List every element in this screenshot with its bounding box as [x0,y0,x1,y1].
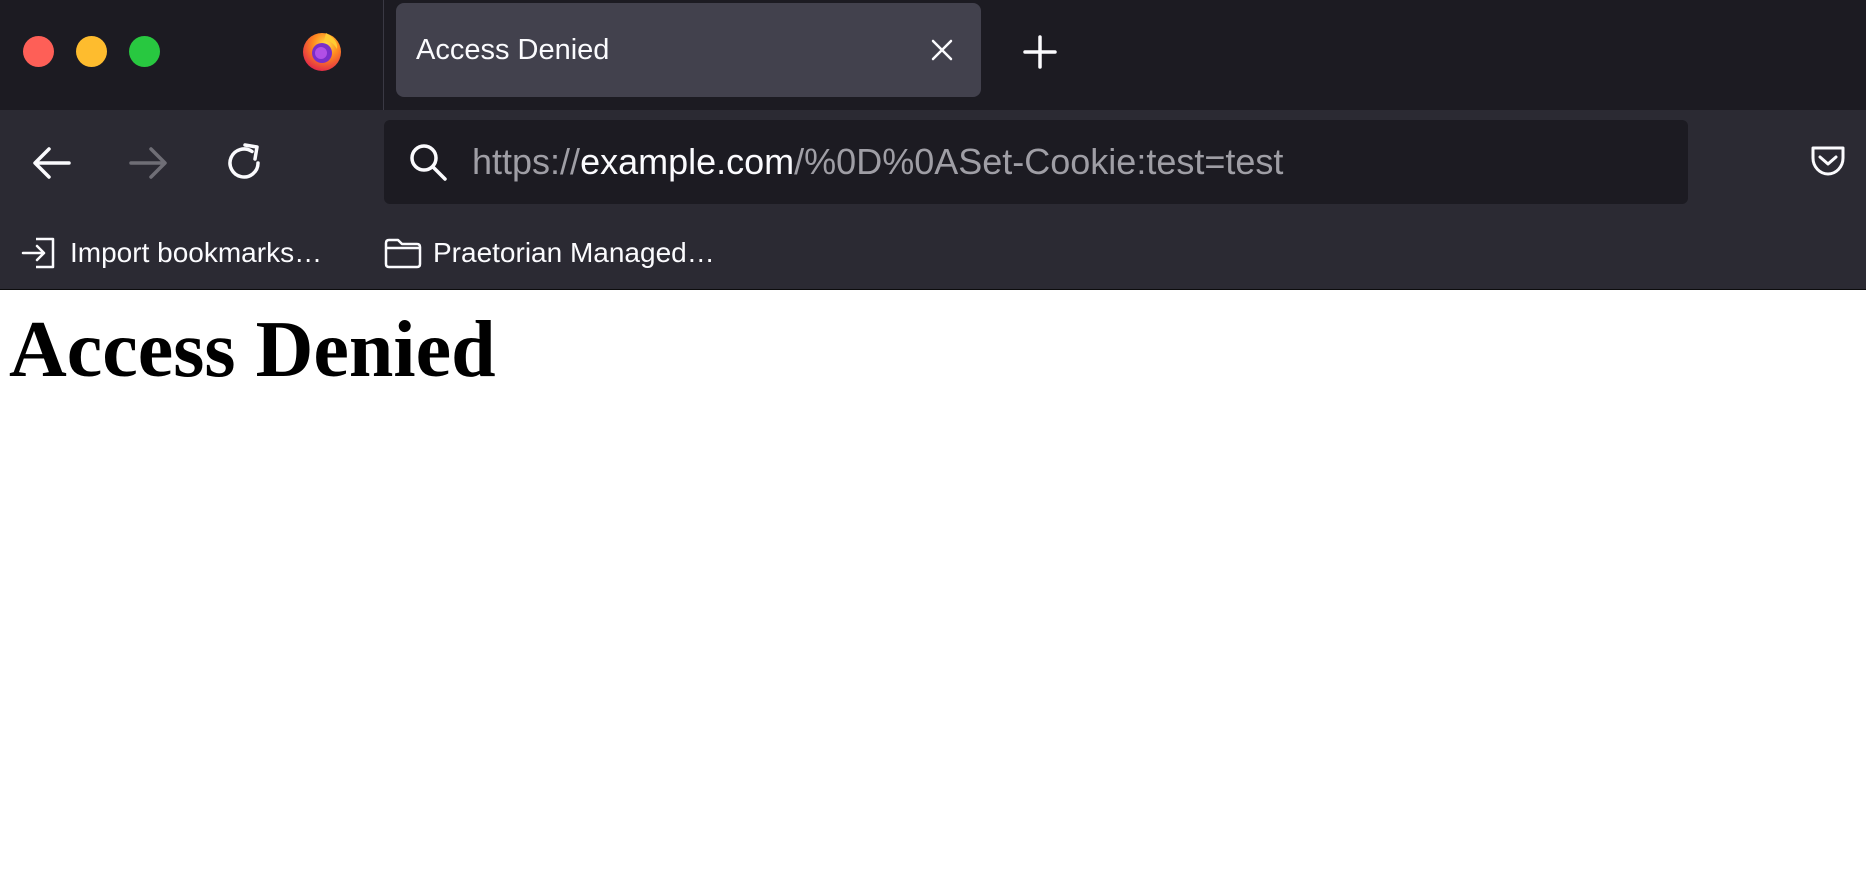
browser-window: Access Denied https://example.com /%0D%0… [0,0,1866,876]
reload-icon[interactable] [221,140,267,186]
new-tab-plus-icon[interactable] [1020,32,1060,72]
back-arrow-icon[interactable] [29,140,75,186]
bookmark-label: Praetorian Managed… [433,237,715,268]
firefox-logo-icon [303,33,341,71]
url-host: example.com [580,141,795,182]
folder-icon [384,238,422,269]
window-minimize-button[interactable] [76,36,107,67]
bookmark-import[interactable]: Import bookmarks… [20,216,322,290]
forward-arrow-icon[interactable] [125,140,171,186]
page-title: Access Denied [9,306,496,394]
address-bar[interactable]: https://example.com/%0D%0ASet-Cookie:tes… [384,120,1688,204]
window-close-button[interactable] [23,36,54,67]
tab-access-denied[interactable]: Access Denied [396,3,981,97]
close-tab-icon[interactable] [925,33,959,67]
bookmark-folder[interactable]: Praetorian Managed… [383,216,715,290]
bookmark-label: Import bookmarks… [70,237,323,268]
pocket-icon[interactable] [1808,140,1848,180]
window-maximize-button[interactable] [129,36,160,67]
url-path: /%0D%0ASet-Cookie:test=test [794,141,1284,182]
search-icon [410,144,447,181]
import-icon [21,237,55,269]
navigation-toolbar: https://example.com/%0D%0ASet-Cookie:tes… [0,110,1866,216]
tab-divider [383,0,384,110]
url-text[interactable]: https://example.com/%0D%0ASet-Cookie:tes… [472,120,1283,204]
page-content: Access Denied [0,290,1866,876]
bookmarks-toolbar: Import bookmarks… Praetorian Managed… [0,216,1866,290]
tab-title: Access Denied [416,33,610,66]
tab-strip: Access Denied [0,0,1866,110]
url-scheme: https:// [472,141,581,182]
